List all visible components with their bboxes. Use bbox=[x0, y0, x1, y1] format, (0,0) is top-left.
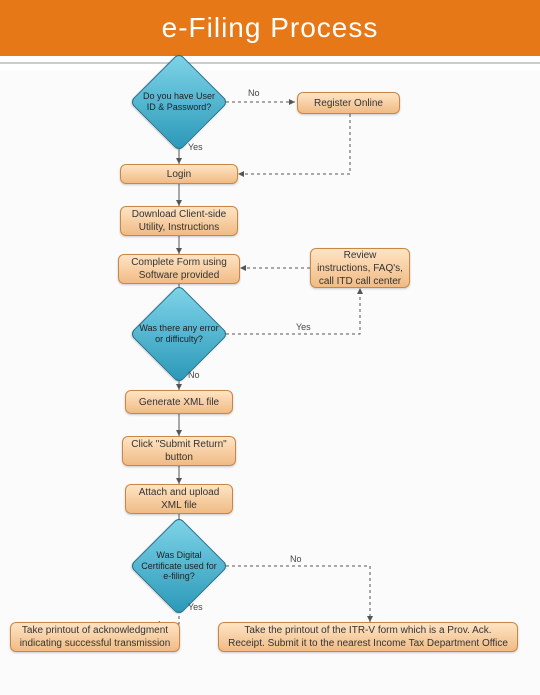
decision-dsc: Was Digital Certificate used for e-filin… bbox=[132, 534, 226, 598]
process-complete-form: Complete Form using Software provided bbox=[118, 254, 240, 284]
page-title: e-Filing Process bbox=[0, 0, 540, 56]
edge-no: No bbox=[248, 88, 260, 98]
process-ack: Take printout of acknowledgment indicati… bbox=[10, 622, 180, 652]
decision-text: Was there any error or difficulty? bbox=[132, 323, 226, 345]
edge-yes: Yes bbox=[296, 322, 311, 332]
edge-no: No bbox=[188, 370, 200, 380]
process-attach-upload: Attach and upload XML file bbox=[125, 484, 233, 514]
edge-yes: Yes bbox=[188, 602, 203, 612]
connectors bbox=[0, 70, 540, 695]
flowchart-canvas: Do you have User ID & Password? No Yes R… bbox=[0, 70, 540, 695]
edge-no: No bbox=[290, 554, 302, 564]
process-login: Login bbox=[120, 164, 238, 184]
process-itrv: Take the printout of the ITR-V form whic… bbox=[218, 622, 518, 652]
decision-credentials: Do you have User ID & Password? bbox=[132, 70, 226, 134]
process-download: Download Client-side Utility, Instructio… bbox=[120, 206, 238, 236]
process-click-submit: Click "Submit Return" button bbox=[122, 436, 236, 466]
decision-text: Was Digital Certificate used for e-filin… bbox=[132, 550, 226, 582]
decision-text: Do you have User ID & Password? bbox=[132, 91, 226, 113]
edge-yes: Yes bbox=[188, 142, 203, 152]
divider bbox=[0, 62, 540, 64]
process-generate-xml: Generate XML file bbox=[125, 390, 233, 414]
process-register: Register Online bbox=[297, 92, 400, 114]
process-review: Review instructions, FAQ's, call ITD cal… bbox=[310, 248, 410, 288]
decision-error: Was there any error or difficulty? bbox=[132, 302, 226, 366]
